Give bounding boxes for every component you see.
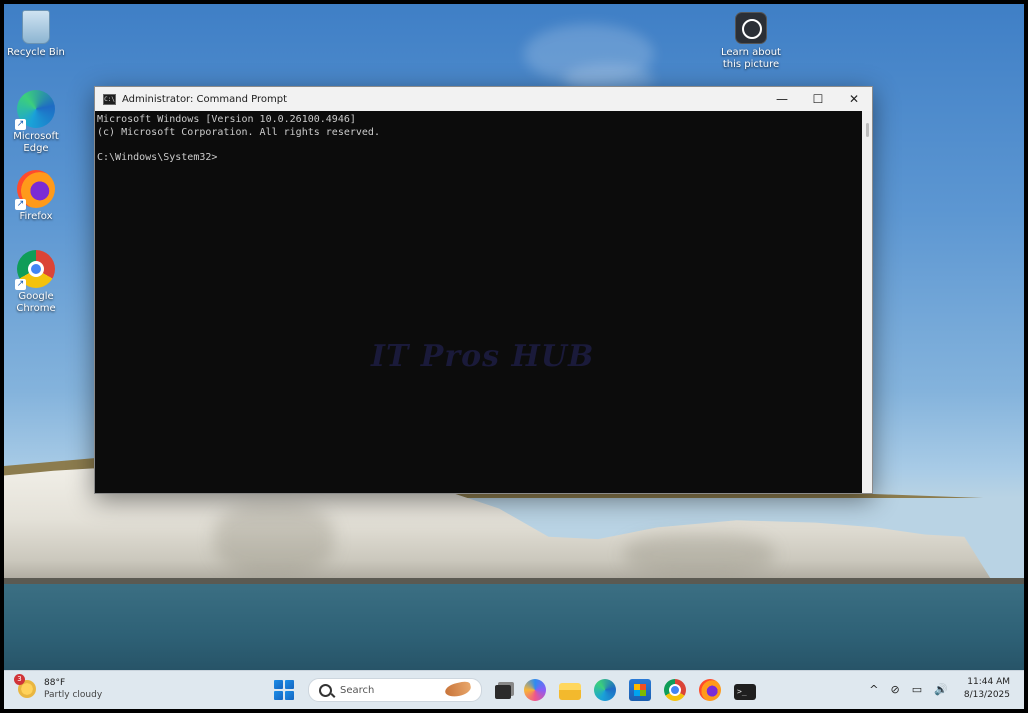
learn-line2: this picture: [722, 59, 780, 70]
task-view-icon[interactable]: [495, 685, 511, 699]
partly-cloudy-icon: 3: [14, 674, 36, 698]
cmd-app-icon: C:\: [103, 93, 116, 105]
weather-widget[interactable]: 3 88°F Partly cloudy: [14, 674, 103, 701]
command-prompt-window[interactable]: C:\ Administrator: Command Prompt — ☐ ✕ …: [94, 86, 873, 494]
search-box[interactable]: Search: [308, 678, 482, 702]
shortcut-arrow-icon: ↗: [15, 279, 26, 290]
shortcut-arrow-icon: ↗: [15, 199, 26, 210]
cliff-shadow: [214, 504, 334, 574]
edge-icon: ↗: [15, 90, 55, 130]
chrome-icon[interactable]: [664, 679, 686, 701]
weather-temp: 88°F: [44, 678, 66, 688]
firefox-icon[interactable]: [699, 679, 721, 701]
cliff-shadow: [624, 534, 774, 574]
desktop-icon-chrome[interactable]: ↗ Google Chrome: [4, 250, 68, 315]
desktop-icon-label: Google Chrome: [16, 291, 56, 314]
clock-date: 8/13/2025: [963, 690, 1010, 700]
desktop-icon-firefox[interactable]: ↗ Firefox: [4, 170, 68, 223]
chrome-icon: ↗: [15, 250, 55, 290]
search-placeholder: Search: [340, 684, 375, 696]
terminal-icon[interactable]: >_: [734, 683, 756, 700]
edge-icon[interactable]: [594, 679, 616, 701]
scrollbar[interactable]: [862, 111, 872, 493]
notification-badge: 3: [14, 674, 25, 685]
minimize-button[interactable]: —: [764, 87, 800, 111]
learn-line1: Learn about: [721, 47, 781, 58]
volume-icon[interactable]: 🔊: [934, 683, 948, 696]
title-bar[interactable]: C:\ Administrator: Command Prompt — ☐ ✕: [95, 87, 872, 111]
learn-picture-icon: [735, 12, 767, 44]
taskbar-apps: Search >_: [274, 678, 756, 702]
taskbar: 3 88°F Partly cloudy Search >_ ^ ⊘ ▭ 🔊 1…: [4, 670, 1024, 709]
scrollbar-thumb[interactable]: [866, 123, 869, 137]
firefox-icon: ↗: [15, 170, 55, 210]
terminal-output[interactable]: Microsoft Windows [Version 10.0.26100.49…: [95, 111, 872, 493]
terminal-prompt: C:\Windows\System32>: [97, 151, 218, 163]
desktop-icon-recycle-bin[interactable]: Recycle Bin: [4, 10, 68, 59]
weather-condition: Partly cloudy: [44, 690, 103, 700]
search-icon: [319, 683, 332, 697]
window-title: Administrator: Command Prompt: [122, 93, 287, 105]
maximize-button[interactable]: ☐: [800, 87, 836, 111]
terminal-line: Microsoft Windows [Version 10.0.26100.49…: [97, 114, 356, 125]
chevron-up-icon[interactable]: ^: [869, 683, 878, 696]
clock[interactable]: 11:44 AM 8/13/2025: [964, 676, 1010, 702]
close-button[interactable]: ✕: [836, 87, 872, 111]
clock-time: 11:44 AM: [967, 677, 1010, 687]
desktop: Recycle Bin ↗ Microsoft Edge ↗ Firefox ↗…: [4, 4, 1024, 709]
network-icon[interactable]: ⊘: [891, 683, 900, 696]
file-explorer-icon[interactable]: [559, 683, 581, 700]
desktop-icon-edge[interactable]: ↗ Microsoft Edge: [4, 90, 68, 155]
sea: [4, 584, 1024, 670]
copilot-icon[interactable]: [524, 679, 546, 701]
recycle-bin-icon: [22, 10, 50, 44]
desktop-icon-label: Microsoft Edge: [13, 131, 59, 154]
shortcut-arrow-icon: ↗: [15, 119, 26, 130]
desktop-icon-learn-about-picture[interactable]: Learn about this picture: [718, 12, 784, 71]
terminal-line: (c) Microsoft Corporation. All rights re…: [97, 126, 380, 138]
start-button[interactable]: [274, 680, 294, 700]
system-tray: ^ ⊘ ▭ 🔊 11:44 AM 8/13/2025: [857, 676, 1010, 702]
desktop-icon-label: Recycle Bin: [7, 47, 65, 58]
display-icon[interactable]: ▭: [912, 683, 922, 696]
store-icon[interactable]: [629, 679, 651, 701]
search-highlight-icon: [443, 680, 473, 699]
desktop-icon-label: Firefox: [19, 211, 53, 222]
watermark: IT Pros HUB: [371, 339, 595, 374]
